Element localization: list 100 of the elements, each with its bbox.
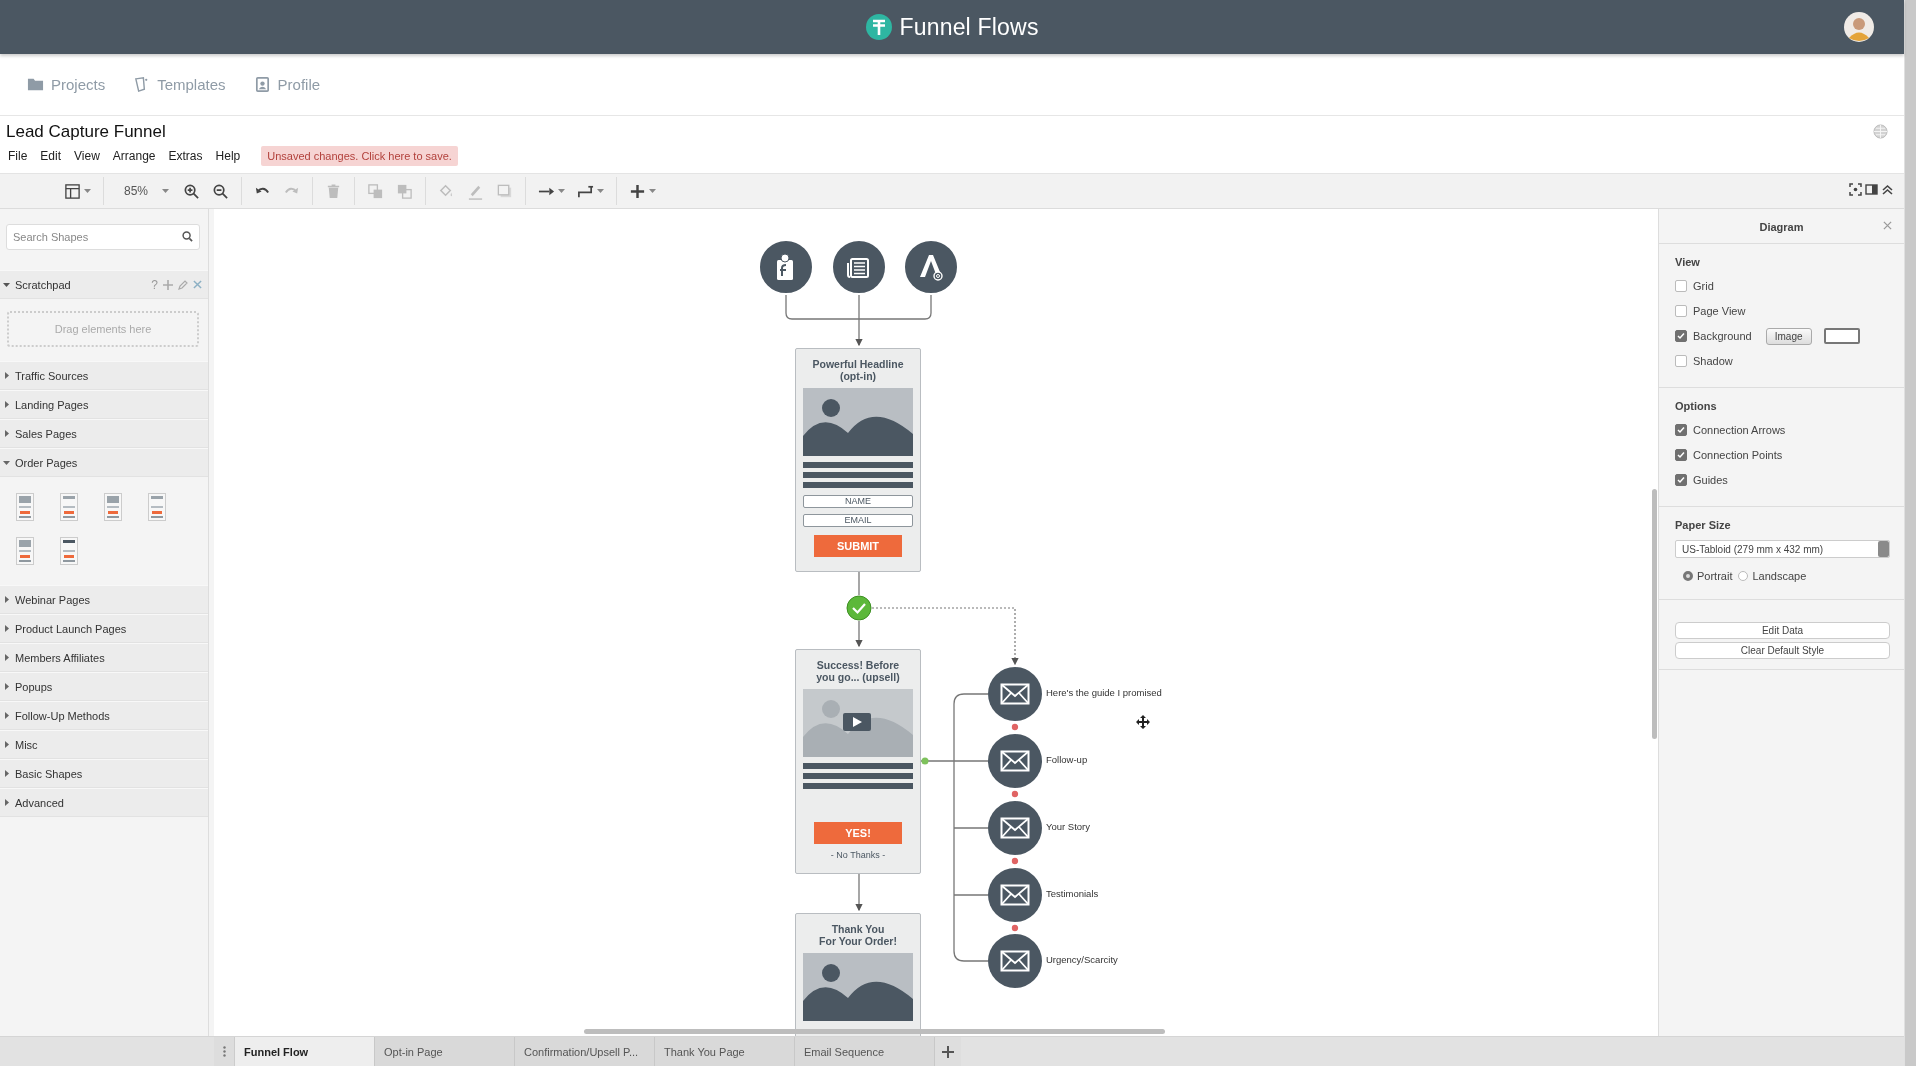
- shape-category[interactable]: Landing Pages: [0, 390, 208, 419]
- shape-category[interactable]: Misc: [0, 730, 208, 759]
- section-title: Paper Size: [1675, 519, 1732, 531]
- email-label: Urgency/Scarcity: [1046, 954, 1118, 965]
- email-label: Here's the guide I promised: [1046, 687, 1162, 698]
- close-icon[interactable]: [193, 280, 202, 289]
- page-template-thumbnail[interactable]: [60, 537, 78, 565]
- page-template-thumbnail[interactable]: [104, 493, 122, 521]
- menu-item[interactable]: Extras: [166, 147, 210, 165]
- plus-icon[interactable]: [163, 279, 173, 290]
- checkbox[interactable]: [1675, 330, 1687, 342]
- shape-category[interactable]: Order Pages: [0, 448, 208, 477]
- connection-point-icon: [1011, 924, 1019, 932]
- caret-icon: [3, 770, 10, 777]
- page-template-thumbnail[interactable]: [60, 493, 78, 521]
- menu-item[interactable]: Arrange: [110, 147, 163, 165]
- page-tab[interactable]: Funnel Flow: [235, 1037, 375, 1066]
- section-title: Options: [1675, 400, 1718, 412]
- radio-button[interactable]: [1738, 571, 1749, 581]
- close-icon[interactable]: [1883, 221, 1892, 230]
- layout-icon: [64, 182, 81, 200]
- connection-point-icon: [921, 757, 929, 765]
- connection-point-icon: [1011, 857, 1019, 865]
- page-tab[interactable]: Opt-in Page: [375, 1037, 515, 1066]
- app-title: Funnel Flows: [899, 13, 1039, 41]
- color-swatch[interactable]: [1823, 328, 1860, 344]
- option-label: Page View: [1693, 305, 1746, 317]
- checkbox[interactable]: [1675, 355, 1687, 367]
- option-label: Connection Points: [1693, 449, 1783, 461]
- collapse-icon[interactable]: [1881, 183, 1894, 196]
- shape-category[interactable]: Traffic Sources: [0, 361, 208, 390]
- page-template-thumbnail[interactable]: [16, 493, 34, 521]
- shape-category[interactable]: Basic Shapes: [0, 759, 208, 788]
- panel-toggle-icon[interactable]: [1865, 183, 1878, 196]
- scrollbar[interactable]: [584, 1029, 1165, 1034]
- paper-size-select[interactable]: US-Tabloid (279 mm x 432 mm): [1675, 540, 1890, 558]
- shape-category[interactable]: Webinar Pages: [0, 585, 208, 614]
- connector-line: [858, 571, 860, 596]
- scrollbar[interactable]: [1904, 0, 1916, 1066]
- globe-icon[interactable]: [1873, 124, 1888, 139]
- image-button[interactable]: Image: [1765, 327, 1812, 345]
- page-tab[interactable]: Confirmation/Upsell P...: [515, 1037, 655, 1066]
- menu-item[interactable]: File: [6, 147, 35, 165]
- pencil-icon[interactable]: [178, 279, 188, 290]
- menu-item[interactable]: Help: [213, 147, 248, 165]
- email-label: Testimonials: [1046, 888, 1099, 899]
- page-tab[interactable]: Thank You Page: [655, 1037, 795, 1066]
- radio-button[interactable]: [1683, 571, 1693, 581]
- scrollbar[interactable]: [1652, 489, 1657, 739]
- zoom-dropdown[interactable]: 85%: [110, 184, 178, 198]
- shape-category[interactable]: Popups: [0, 672, 208, 701]
- option-label: Grid: [1693, 280, 1714, 292]
- option-label: Shadow: [1693, 355, 1733, 367]
- checkbox[interactable]: [1675, 474, 1687, 486]
- caret-icon: [3, 741, 10, 748]
- action-button[interactable]: Edit Data: [1675, 622, 1890, 639]
- document-title: Lead Capture Funnel: [6, 122, 166, 142]
- shape-category[interactable]: Product Launch Pages: [0, 614, 208, 643]
- plus-icon: [629, 182, 647, 200]
- checkbox[interactable]: [1675, 280, 1687, 292]
- checkbox[interactable]: [1675, 305, 1687, 317]
- unsaved-notice[interactable]: Unsaved changes. Click here to save.: [261, 146, 458, 166]
- fullscreen-icon[interactable]: [1849, 183, 1862, 196]
- check-icon: [846, 595, 872, 621]
- text-lines-icon: [803, 462, 913, 489]
- shape-category[interactable]: Advanced: [0, 788, 208, 817]
- avatar-icon[interactable]: [1844, 12, 1874, 42]
- menu-icon[interactable]: [214, 1037, 235, 1066]
- page-template-thumbnail[interactable]: [148, 493, 166, 521]
- page-title: Thank You For Your Order!: [819, 923, 897, 947]
- search-field[interactable]: Search Shapes: [6, 224, 200, 250]
- checkbox[interactable]: [1675, 424, 1687, 436]
- checkbox[interactable]: [1675, 449, 1687, 461]
- connection-point-icon: [1011, 723, 1019, 731]
- shape-category[interactable]: Members Affiliates: [0, 643, 208, 672]
- input-field: EMAIL: [803, 514, 913, 527]
- shape-category[interactable]: Sales Pages: [0, 419, 208, 448]
- action-button[interactable]: Clear Default Style: [1675, 642, 1890, 659]
- menu-item[interactable]: View: [72, 147, 107, 165]
- menu-item[interactable]: Edit: [38, 147, 69, 165]
- search-icon[interactable]: [182, 231, 193, 242]
- envelope-icon: [988, 801, 1042, 855]
- email-label: Your Story: [1046, 821, 1090, 832]
- page-tab[interactable]: Email Sequence: [795, 1037, 935, 1066]
- page-template-thumbnail[interactable]: [16, 537, 34, 565]
- add-tab-icon[interactable]: [935, 1037, 961, 1066]
- page-title: Success! Before you go... (upsell): [816, 659, 900, 683]
- caret-icon: [3, 683, 10, 690]
- caret-icon: [649, 189, 657, 193]
- page-title: Powerful Headline (opt-in): [812, 358, 904, 382]
- caret-icon: [3, 281, 10, 288]
- envelope-icon: [988, 734, 1042, 788]
- option-label: Guides: [1693, 474, 1728, 486]
- input-field: NAME: [803, 495, 913, 508]
- section-title: Scratchpad: [15, 278, 71, 291]
- caret-icon: [84, 189, 91, 193]
- video-placeholder-icon: [803, 689, 913, 757]
- connection-point-icon: [1011, 790, 1019, 798]
- scratchpad-header[interactable]: Scratchpad ?: [0, 270, 208, 299]
- shape-category[interactable]: Follow-Up Methods: [0, 701, 208, 730]
